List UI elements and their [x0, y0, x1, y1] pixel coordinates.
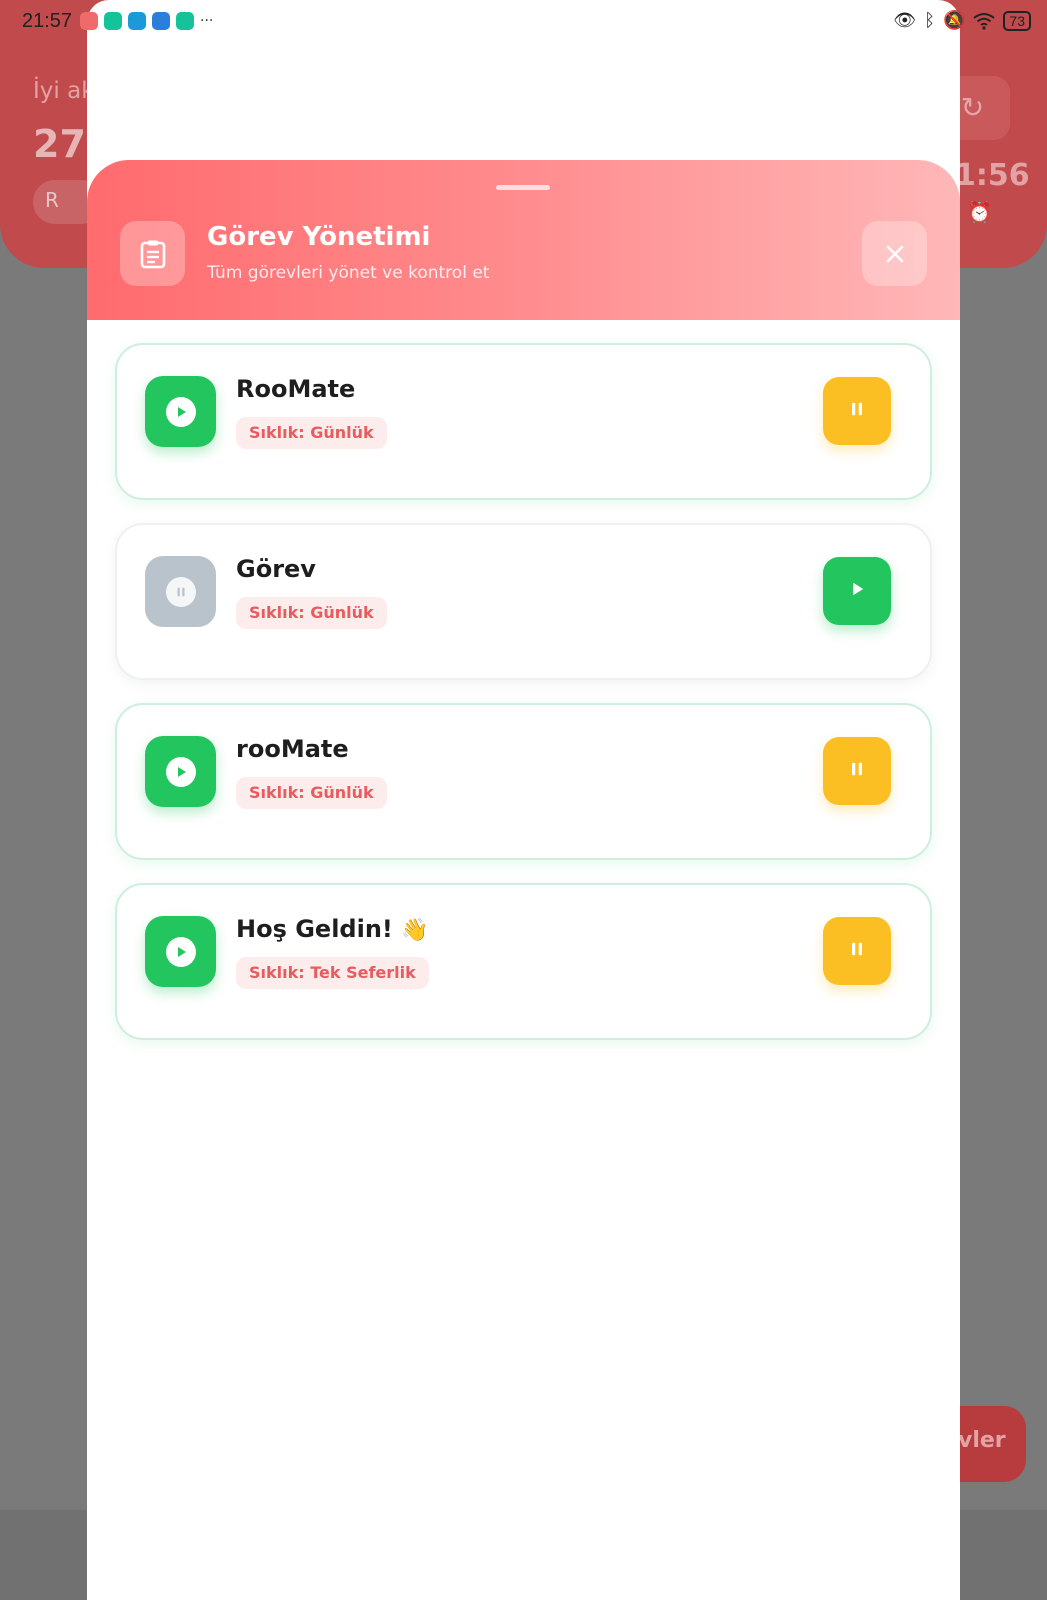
status-right: 👁 ᛒ 🔕 73	[893, 10, 1031, 31]
notification-app-icon	[80, 12, 98, 30]
task-title: Hoş Geldin! 👋	[236, 915, 429, 943]
notification-app-icon	[128, 12, 146, 30]
play-icon	[165, 756, 196, 787]
play-icon	[847, 579, 867, 603]
task-title: RooMate	[236, 375, 355, 403]
pause-icon	[847, 759, 867, 783]
battery-indicator: 73	[1003, 10, 1031, 31]
bluetooth-icon: ᛒ	[924, 10, 935, 31]
task-card[interactable]: RooMate Sıklık: Günlük	[115, 343, 932, 500]
task-card[interactable]: Görev Sıklık: Günlük	[115, 523, 932, 680]
wifi-icon	[973, 12, 996, 30]
frequency-badge: Sıklık: Günlük	[236, 777, 387, 809]
task-title: rooMate	[236, 735, 349, 763]
background-greeting: İyi ak	[33, 78, 95, 104]
frequency-badge: Sıklık: Günlük	[236, 597, 387, 629]
more-notifications-icon: ···	[200, 13, 214, 29]
pause-task-button[interactable]	[823, 377, 891, 445]
task-list: RooMate Sıklık: Günlük Görev Sıklık: Gün…	[115, 343, 932, 1063]
frequency-badge: Sıklık: Günlük	[236, 417, 387, 449]
background-chip-label: R	[45, 188, 59, 212]
clipboard-icon	[120, 221, 185, 286]
task-status-indicator	[145, 556, 216, 627]
drag-handle[interactable]	[496, 185, 550, 190]
modal-title: Görev Yönetimi	[207, 222, 431, 252]
background-time: 1:56	[955, 158, 1030, 193]
modal-subtitle: Tüm görevleri yönet ve kontrol et	[207, 263, 490, 283]
pause-icon	[847, 939, 867, 963]
status-bar: 21:57 ··· 👁 ᛒ 🔕 73	[0, 0, 1047, 44]
task-status-indicator	[145, 736, 216, 807]
close-icon	[886, 245, 903, 262]
pause-icon	[847, 399, 867, 423]
eye-icon: 👁	[893, 10, 917, 31]
task-title-text: rooMate	[236, 735, 349, 763]
alarm-icon: ⏰	[967, 200, 992, 224]
mute-bell-icon: 🔕	[943, 10, 966, 31]
status-app-icons: ···	[80, 12, 213, 30]
task-management-modal: Görev Yönetimi Tüm görevleri yönet ve ko…	[87, 160, 960, 1600]
background-fab-label: vler	[958, 1428, 1006, 1453]
notification-app-icon	[152, 12, 170, 30]
status-time: 21:57	[22, 10, 73, 32]
grammarly-icon	[104, 12, 122, 30]
task-title-text: Görev	[236, 555, 316, 583]
task-title-text: Hoş Geldin!	[236, 915, 393, 943]
pause-icon	[165, 576, 196, 607]
waving-hand-emoji: 👋	[401, 918, 429, 943]
task-card[interactable]: rooMate Sıklık: Günlük	[115, 703, 932, 860]
play-icon	[165, 396, 196, 427]
pause-task-button[interactable]	[823, 917, 891, 985]
task-title-text: RooMate	[236, 375, 356, 403]
modal-header: Görev Yönetimi Tüm görevleri yönet ve ko…	[87, 160, 960, 320]
grammarly-icon	[176, 12, 194, 30]
frequency-badge: Sıklık: Tek Seferlik	[236, 957, 429, 989]
task-card[interactable]: Hoş Geldin! 👋 Sıklık: Tek Seferlik	[115, 883, 932, 1040]
task-title: Görev	[236, 555, 316, 583]
background-big-number: 27	[33, 122, 86, 166]
task-status-indicator	[145, 376, 216, 447]
resume-task-button[interactable]	[823, 557, 891, 625]
close-button[interactable]	[862, 221, 927, 286]
pause-task-button[interactable]	[823, 737, 891, 805]
play-icon	[165, 936, 196, 967]
task-status-indicator	[145, 916, 216, 987]
